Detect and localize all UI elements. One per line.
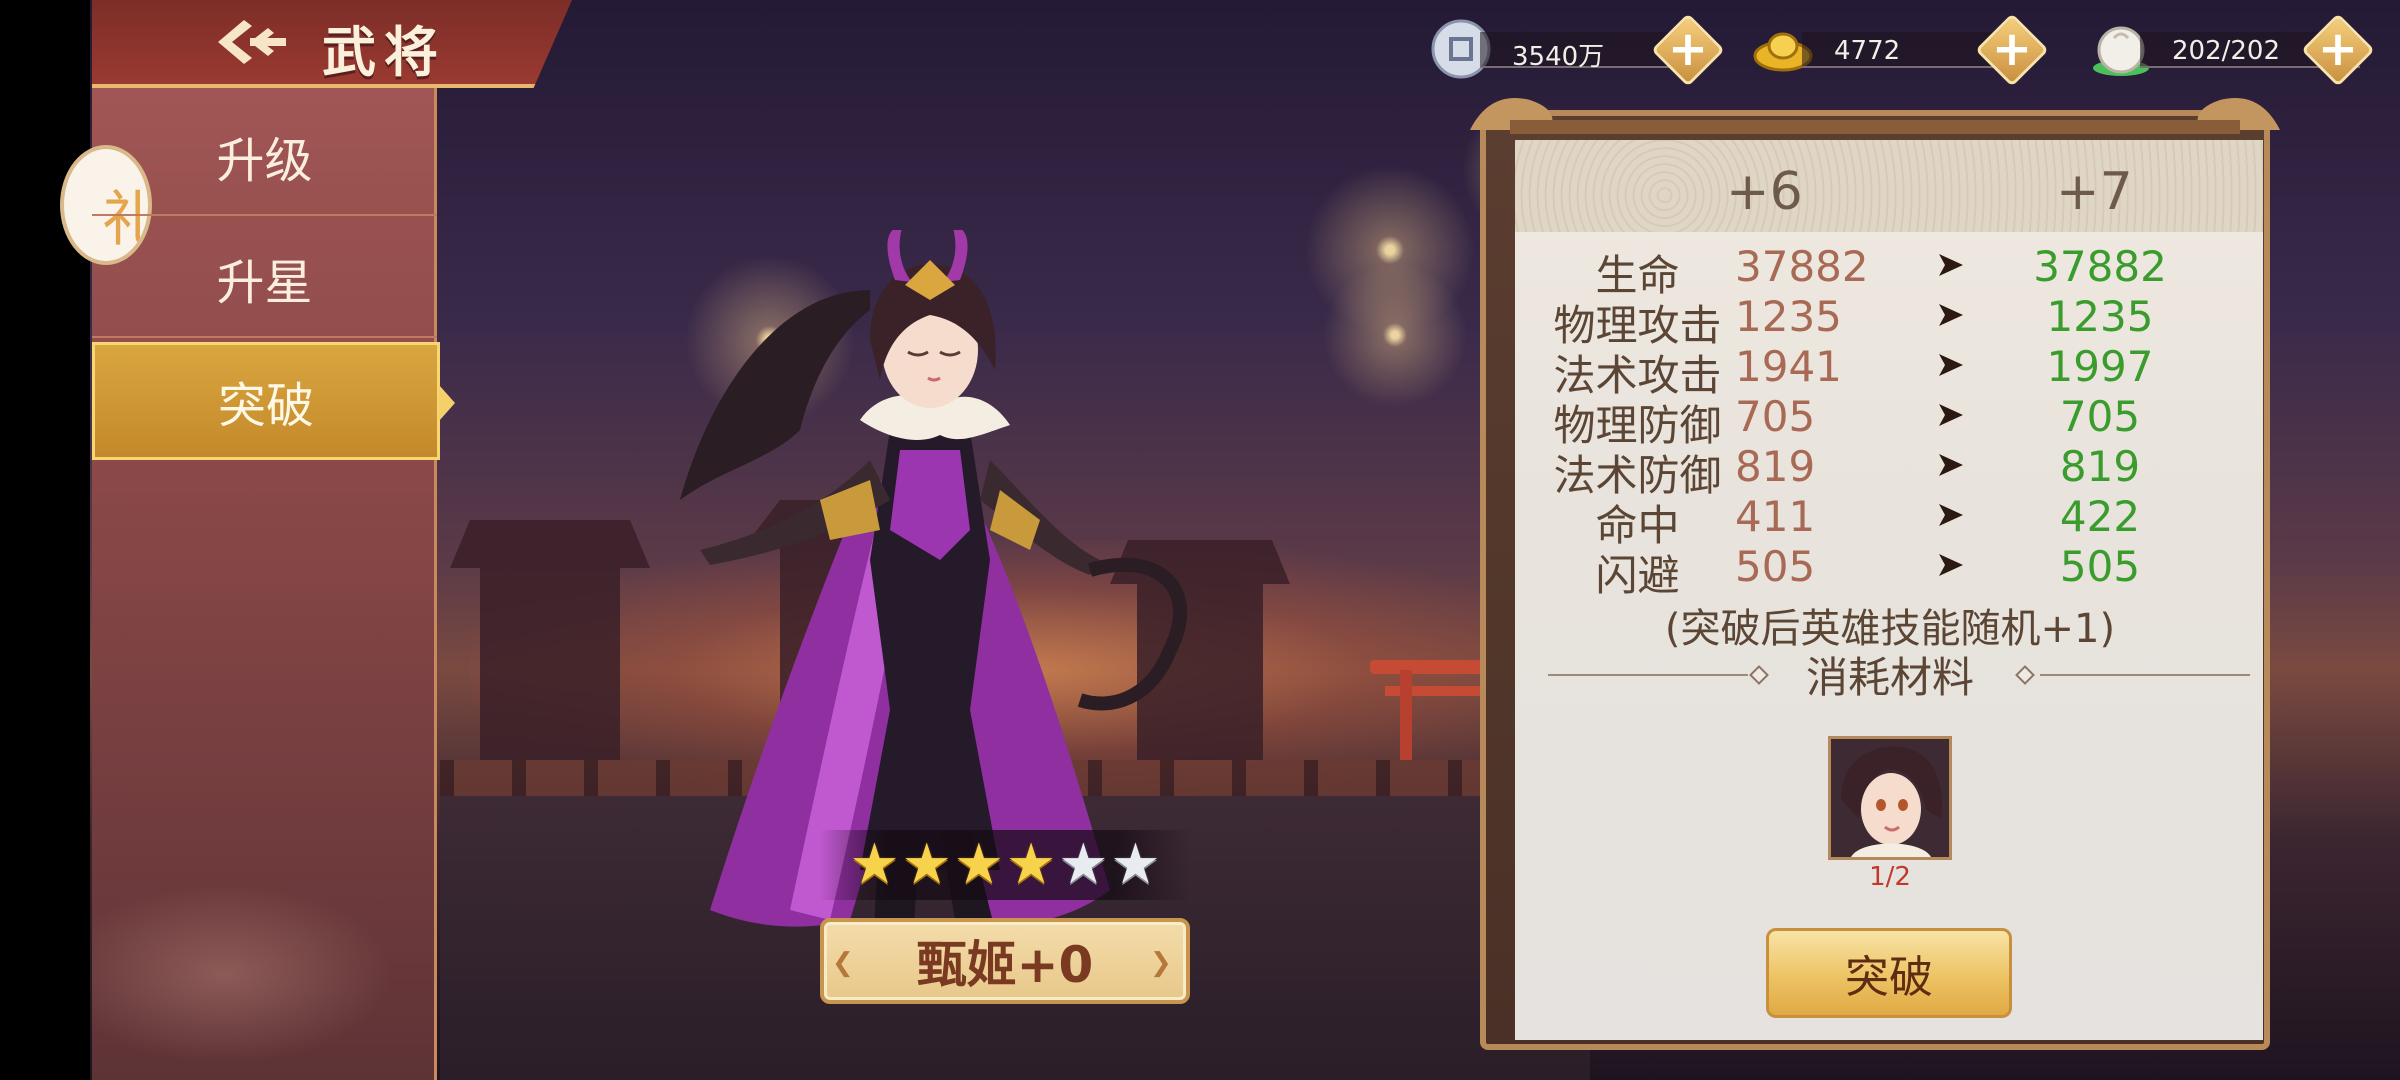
arrow-right-icon xyxy=(1939,404,1963,426)
stat-row: 生命 37882 37882 xyxy=(1540,242,2240,300)
material-hero-shard[interactable] xyxy=(1828,736,1952,860)
stat-label: 闪避 xyxy=(1595,551,1680,600)
silver-amount: 3540万 xyxy=(1512,42,1605,72)
star-filled-icon: ★ xyxy=(901,832,952,897)
add-stamina-button[interactable]: + xyxy=(2301,13,2375,87)
arrow-right-icon xyxy=(1939,254,1963,276)
page-title: 武将 xyxy=(322,21,446,84)
hero-face-icon xyxy=(1831,739,1949,857)
stat-next: 422 xyxy=(2059,492,2141,541)
star-empty-icon: ★ xyxy=(1058,832,1109,897)
stat-row: 命中 411 422 xyxy=(1540,492,2240,550)
arrow-right-icon xyxy=(1939,504,1963,526)
tab-upgrade[interactable]: 升级 xyxy=(92,98,437,216)
arrow-right-icon xyxy=(1939,454,1963,476)
star-filled-icon: ★ xyxy=(1006,832,1057,897)
stat-next: 705 xyxy=(2059,392,2141,441)
plus-icon: + xyxy=(1991,21,2033,77)
stat-current: 37882 xyxy=(1735,242,1869,291)
tab-breakthrough[interactable]: 突破 xyxy=(92,342,455,460)
level-header-band xyxy=(1515,140,2263,232)
right-ornament-icon: ❯ xyxy=(1150,948,1172,978)
breakthrough-button[interactable]: 突破 xyxy=(1766,928,2012,1018)
stat-current: 1941 xyxy=(1735,342,1842,391)
panel-scroll-ornament xyxy=(1470,98,2280,134)
header-divider xyxy=(92,84,532,88)
stat-next: 505 xyxy=(2059,542,2141,591)
stat-current: 1235 xyxy=(1735,292,1842,341)
next-level: +7 xyxy=(2056,162,2133,222)
stat-next: 819 xyxy=(2059,442,2141,491)
arrow-right-icon xyxy=(1939,304,1963,326)
stat-current: 819 xyxy=(1735,442,1816,491)
stat-next: 1235 xyxy=(2046,292,2154,341)
add-silver-button[interactable]: + xyxy=(1651,13,1725,87)
stat-row: 物理攻击 1235 1235 xyxy=(1540,292,2240,350)
stat-row: 法术防御 819 819 xyxy=(1540,442,2240,500)
material-count: 1/2 xyxy=(1869,862,1911,892)
plus-icon: + xyxy=(1667,21,1709,77)
stat-current: 411 xyxy=(1735,492,1816,541)
stat-current: 505 xyxy=(1735,542,1816,591)
arrow-right-icon xyxy=(1939,554,1963,576)
divider-right xyxy=(2040,674,2250,676)
add-gold-button[interactable]: + xyxy=(1975,13,2049,87)
stat-row: 法术攻击 1941 1997 xyxy=(1540,342,2240,400)
stat-current: 705 xyxy=(1735,392,1816,441)
stat-row: 物理防御 705 705 xyxy=(1540,392,2240,450)
arrow-right-icon xyxy=(1939,354,1963,376)
stamina-amount: 202/202 xyxy=(2172,36,2281,66)
hero-name: 甄姬+0 xyxy=(916,936,1094,994)
gold-amount: 4772 xyxy=(1834,36,1901,66)
plus-icon: + xyxy=(2317,21,2359,77)
star-filled-icon: ★ xyxy=(953,832,1004,897)
stat-next: 37882 xyxy=(2033,242,2167,291)
star-empty-icon: ★ xyxy=(1110,832,1161,897)
current-level: +6 xyxy=(1726,162,1803,222)
star-filled-icon: ★ xyxy=(849,832,900,897)
star-rating: ★ ★ ★ ★ ★ ★ xyxy=(820,830,1190,900)
stat-next: 1997 xyxy=(2046,342,2154,391)
back-arrow-icon[interactable] xyxy=(210,14,290,70)
left-ornament-icon: ❮ xyxy=(832,948,854,978)
hero-nameplate: ❮ 甄姬+0 ❯ xyxy=(820,918,1190,1004)
tab-star-up[interactable]: 升星 xyxy=(92,220,437,338)
stat-row: 闪避 505 505 xyxy=(1540,542,2240,600)
